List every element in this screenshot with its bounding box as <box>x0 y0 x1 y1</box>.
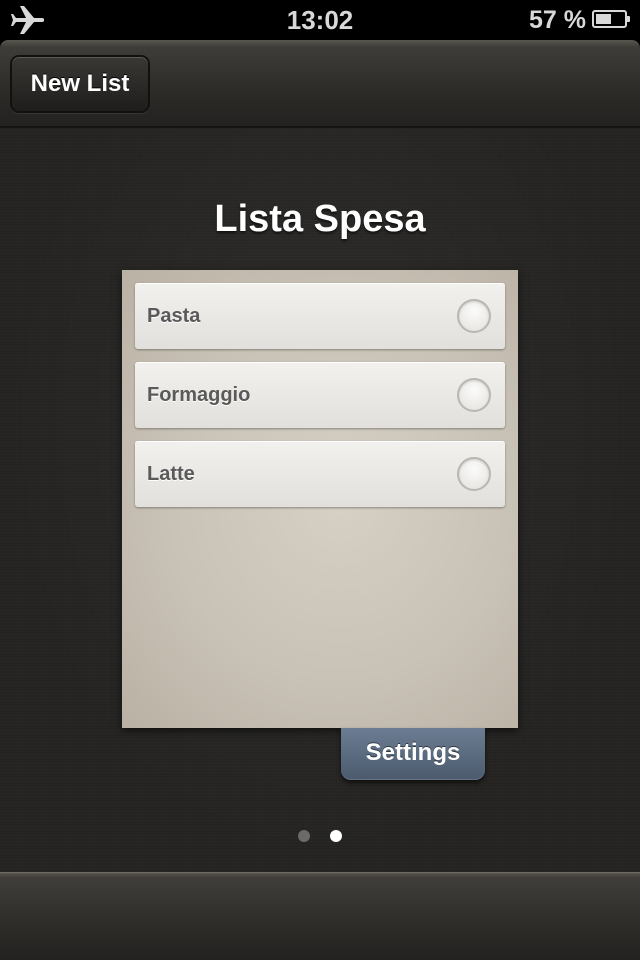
list-item-label: Latte <box>147 463 195 485</box>
status-bar: 13:02 57 % <box>0 0 640 40</box>
checkbox-circle-icon[interactable] <box>457 378 491 412</box>
list-item-formaggio[interactable]: Formaggio <box>135 362 505 428</box>
list-item-label: Pasta <box>147 305 201 327</box>
list-browser: Lista Spesa Pasta Formaggio Latte Settin… <box>0 128 640 872</box>
settings-button[interactable]: Settings <box>341 728 485 780</box>
page-indicator[interactable] <box>0 830 640 844</box>
list-item-latte[interactable]: Latte <box>135 441 505 507</box>
navigation-bar: New List <box>0 40 640 128</box>
battery-fill <box>596 14 611 24</box>
list-item-pasta[interactable]: Pasta <box>135 283 505 349</box>
list-card[interactable]: Pasta Formaggio Latte <box>122 270 518 728</box>
page-dot-2-active[interactable] <box>330 830 342 842</box>
checkbox-circle-icon[interactable] <box>457 299 491 333</box>
app-screen: 13:02 57 % New List Lista Spesa Pasta Fo… <box>0 0 640 960</box>
battery-icon <box>592 10 630 28</box>
battery-percentage: 57 % <box>529 6 586 34</box>
bottom-toolbar <box>0 872 640 960</box>
new-list-button[interactable]: New List <box>10 55 150 113</box>
list-title: Lista Spesa <box>214 198 426 240</box>
page-dot-1[interactable] <box>298 830 310 842</box>
checkbox-circle-icon[interactable] <box>457 457 491 491</box>
list-item-label: Formaggio <box>147 384 251 406</box>
